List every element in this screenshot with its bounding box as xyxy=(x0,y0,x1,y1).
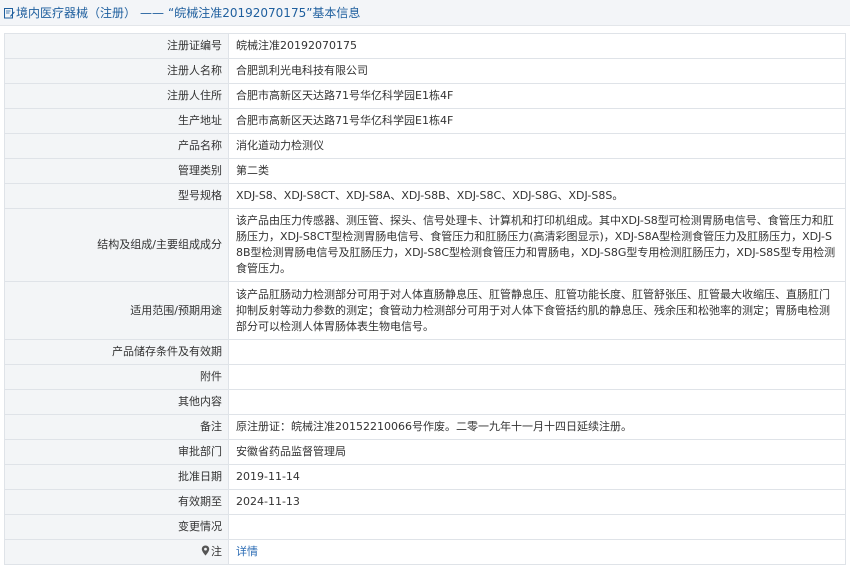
table-row: 变更情况 xyxy=(4,514,846,540)
row-label: 型号规格 xyxy=(4,183,229,209)
table-row: 适用范围/预期用途 该产品肛肠动力检测部分可用于对人体直肠静息压、肛管静息压、肛… xyxy=(4,281,846,340)
header-separator: —— xyxy=(140,5,165,20)
row-value: 该产品肛肠动力检测部分可用于对人体直肠静息压、肛管静息压、肛管功能长度、肛管舒张… xyxy=(228,281,846,340)
row-value: 原注册证：皖械注准20152210066号作废。二零一九年十一月十四日延续注册。 xyxy=(228,414,846,440)
row-label: 适用范围/预期用途 xyxy=(4,281,229,340)
row-value: 2024-11-13 xyxy=(228,489,846,515)
table-row: 产品名称 消化道动力检测仪 xyxy=(4,133,846,159)
row-value: 消化道动力检测仪 xyxy=(228,133,846,159)
table-row: 有效期至 2024-11-13 xyxy=(4,489,846,515)
row-label: 变更情况 xyxy=(4,514,229,540)
table-row: 生产地址 合肥市高新区天达路71号华亿科学园E1栋4F xyxy=(4,108,846,134)
table-row: 产品储存条件及有效期 xyxy=(4,339,846,365)
row-label: 附件 xyxy=(4,364,229,390)
row-value: 合肥市高新区天达路71号华亿科学园E1栋4F xyxy=(228,108,846,134)
row-label: 注册人住所 xyxy=(4,83,229,109)
page-header: 境内医疗器械（注册） —— “皖械注准20192070175”基本信息 xyxy=(0,0,850,26)
row-label: 其他内容 xyxy=(4,389,229,415)
row-label: 管理类别 xyxy=(4,158,229,184)
table-row: 型号规格 XDJ-S8、XDJ-S8CT、XDJ-S8A、XDJ-S8B、XDJ… xyxy=(4,183,846,209)
row-label: 有效期至 xyxy=(4,489,229,515)
row-label: 批准日期 xyxy=(4,464,229,490)
row-value: 安徽省药品监督管理局 xyxy=(228,439,846,465)
row-value: 合肥凯利光电科技有限公司 xyxy=(228,58,846,84)
table-row: 注册人住所 合肥市高新区天达路71号华亿科学园E1栋4F xyxy=(4,83,846,109)
row-value: XDJ-S8、XDJ-S8CT、XDJ-S8A、XDJ-S8B、XDJ-S8C、… xyxy=(228,183,846,209)
row-label: 备注 xyxy=(4,414,229,440)
row-label: 审批部门 xyxy=(4,439,229,465)
page-title: “皖械注准20192070175”基本信息 xyxy=(168,6,361,20)
row-value: 2019-11-14 xyxy=(228,464,846,490)
table-row: 注册证编号 皖械注准20192070175 xyxy=(4,33,846,59)
row-label: 结构及组成/主要组成成分 xyxy=(4,208,229,282)
row-value xyxy=(228,389,846,415)
note-label-cell: 注 xyxy=(4,539,229,565)
table-row: 附件 xyxy=(4,364,846,390)
info-table: 注册证编号 皖械注准20192070175 注册人名称 合肥凯利光电科技有限公司… xyxy=(4,33,846,565)
table-row: 注册人名称 合肥凯利光电科技有限公司 xyxy=(4,58,846,84)
table-row: 备注 原注册证：皖械注准20152210066号作废。二零一九年十一月十四日延续… xyxy=(4,414,846,440)
table-row: 审批部门 安徽省药品监督管理局 xyxy=(4,439,846,465)
row-label: 产品名称 xyxy=(4,133,229,159)
note-value: 详情 xyxy=(228,539,846,565)
row-value xyxy=(228,364,846,390)
row-label: 产品储存条件及有效期 xyxy=(4,339,229,365)
table-row: 结构及组成/主要组成成分 该产品由压力传感器、测压管、探头、信号处理卡、计算机和… xyxy=(4,208,846,282)
row-label: 注册人名称 xyxy=(4,58,229,84)
row-value: 第二类 xyxy=(228,158,846,184)
section-link[interactable]: 境内医疗器械（注册） xyxy=(16,4,136,21)
table-row: 其他内容 xyxy=(4,389,846,415)
row-label: 生产地址 xyxy=(4,108,229,134)
row-value: 该产品由压力传感器、测压管、探头、信号处理卡、计算机和打印机组成。其中XDJ-S… xyxy=(228,208,846,282)
table-row: 管理类别 第二类 xyxy=(4,158,846,184)
note-label: 注 xyxy=(211,544,222,558)
row-value: 皖械注准20192070175 xyxy=(228,33,846,59)
row-label: 注册证编号 xyxy=(4,33,229,59)
info-table-container: 注册证编号 皖械注准20192070175 注册人名称 合肥凯利光电科技有限公司… xyxy=(4,33,846,565)
note-row: 注 详情 xyxy=(4,539,846,565)
table-row: 批准日期 2019-11-14 xyxy=(4,464,846,490)
row-value xyxy=(228,339,846,365)
document-edit-icon xyxy=(3,7,15,19)
row-value xyxy=(228,514,846,540)
row-value: 合肥市高新区天达路71号华亿科学园E1栋4F xyxy=(228,83,846,109)
